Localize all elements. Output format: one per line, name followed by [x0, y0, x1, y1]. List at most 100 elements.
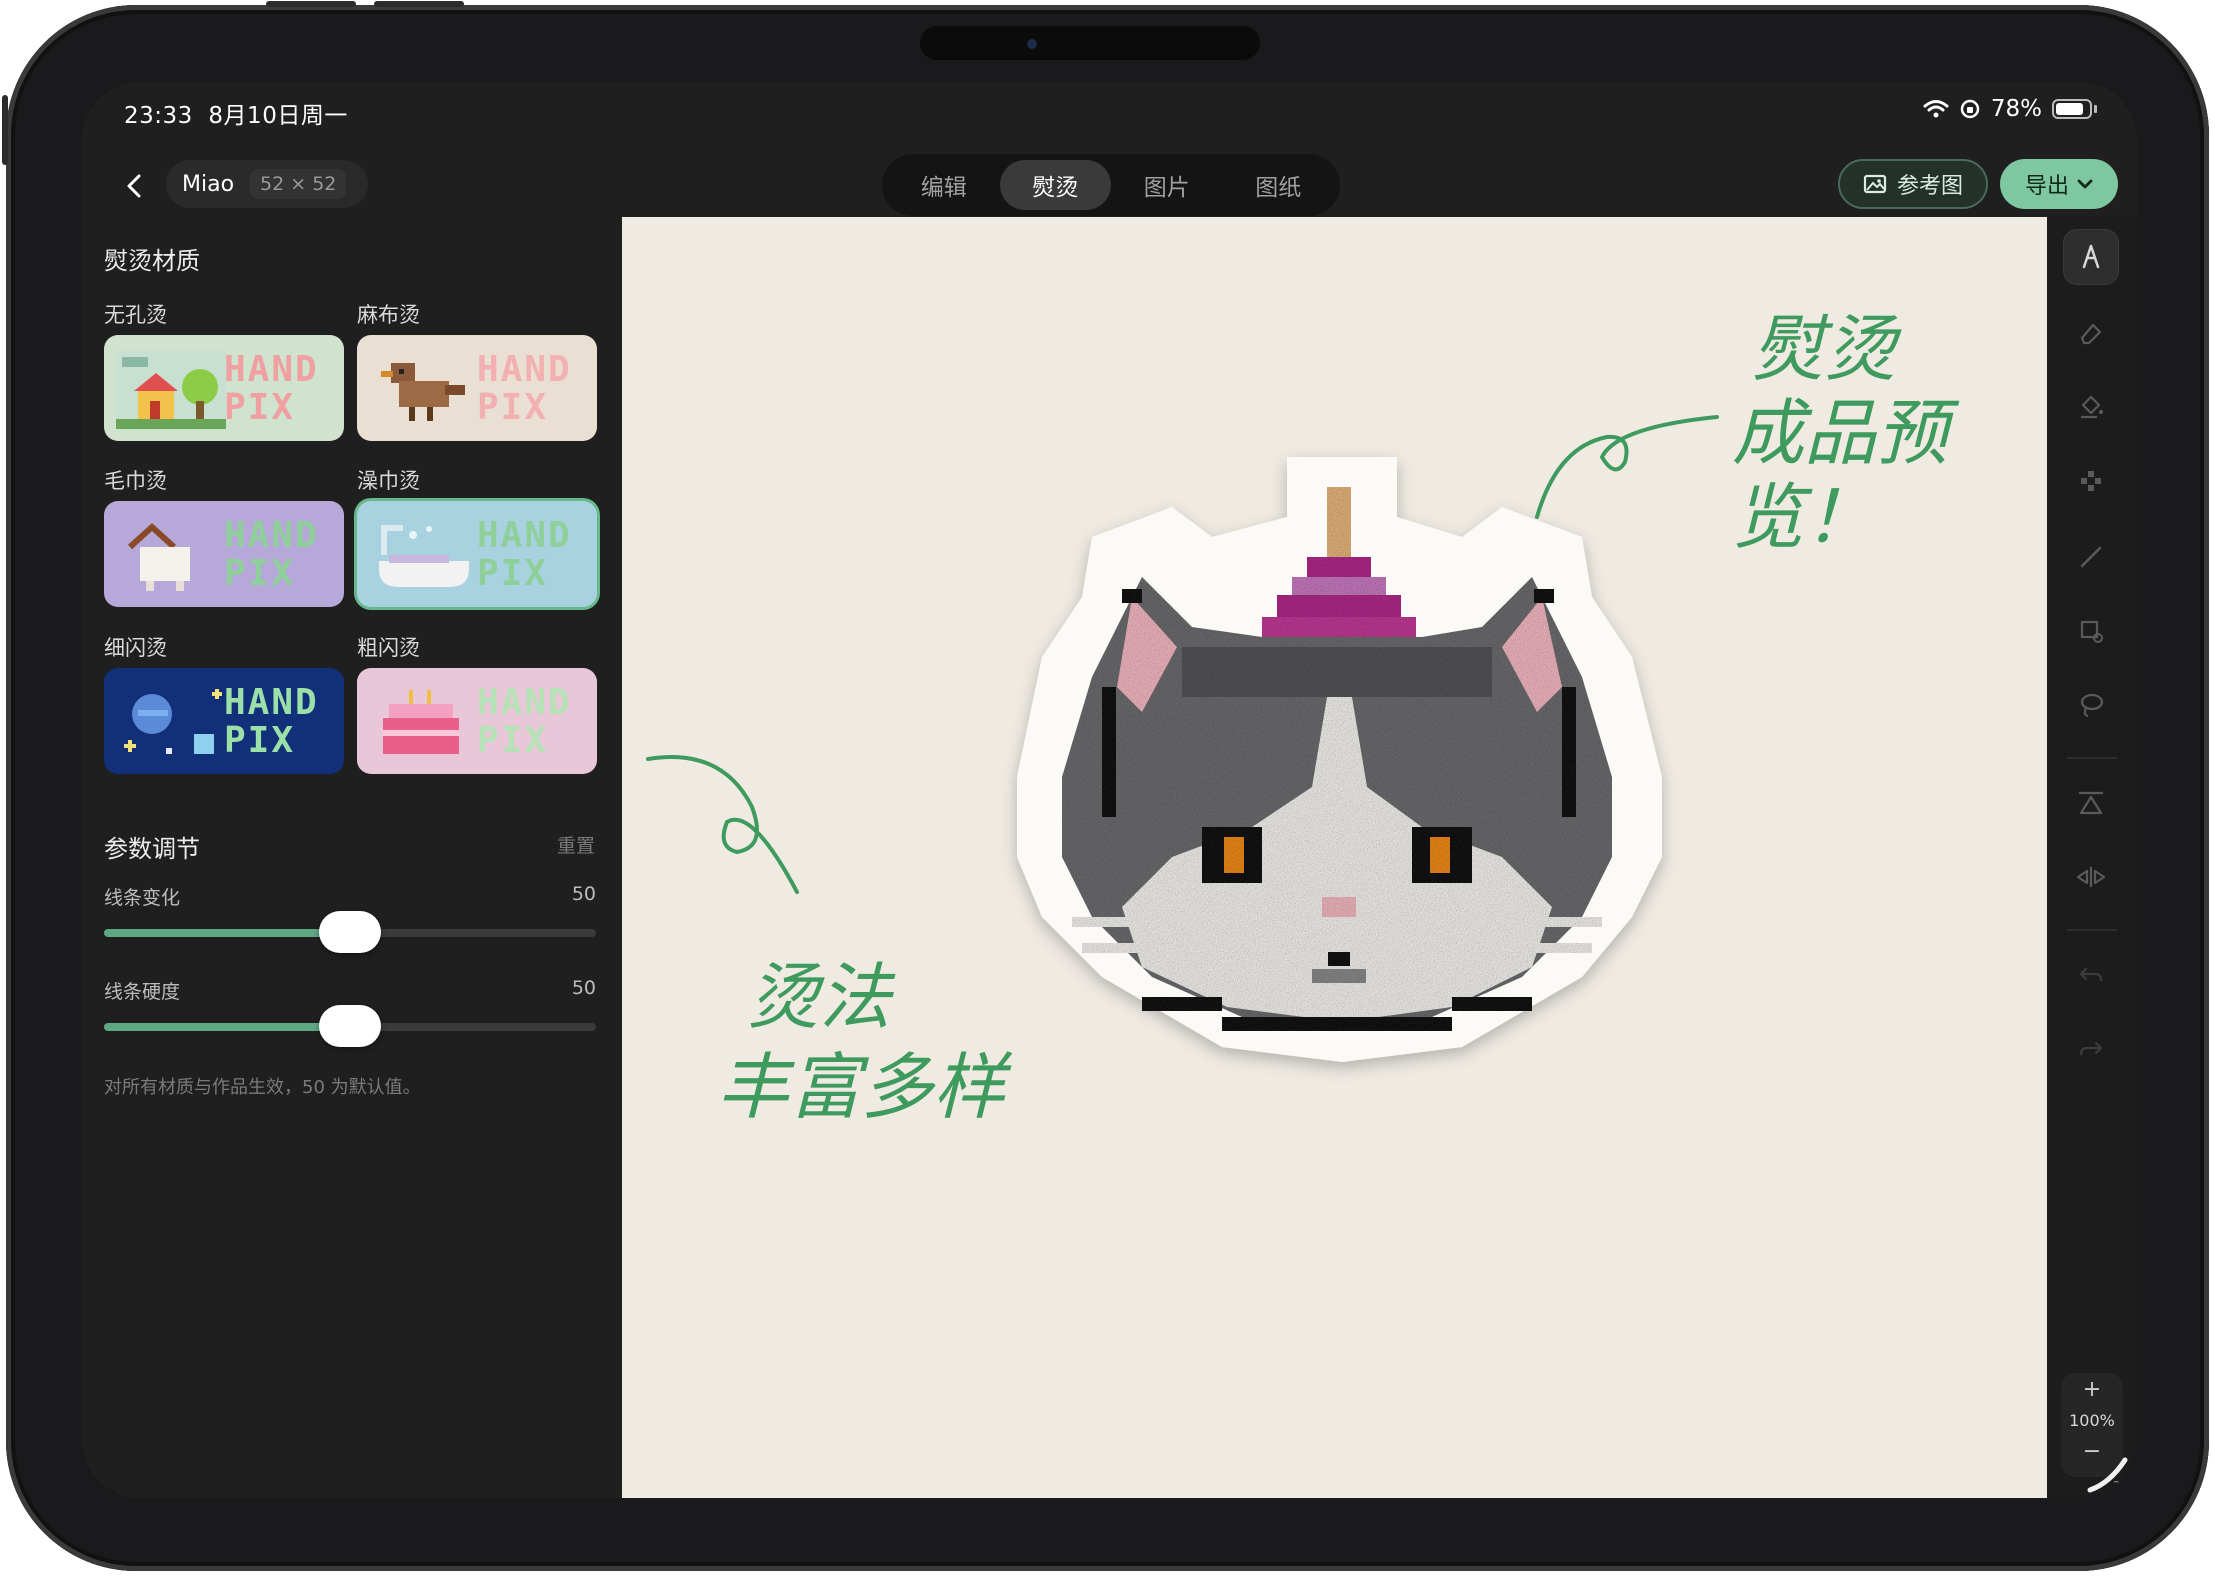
app-header: Miao 52 × 52 编辑 熨烫 图片 图纸 参考图 导出 [82, 152, 2137, 226]
app-screen: 23:33 8月10日周一 78% Miao 52 × 52 编辑 熨烫 图片 … [82, 82, 2137, 1498]
back-button[interactable] [114, 166, 154, 206]
pen-tool[interactable] [2063, 229, 2119, 285]
tile-wordmark: HAND PIX [477, 682, 572, 761]
tab-iron[interactable]: 熨烫 [999, 160, 1111, 210]
rectangle-tool[interactable] [2063, 603, 2119, 659]
param-value-line-hardness: 50 [571, 977, 596, 999]
eraser-tool[interactable] [2063, 305, 2119, 361]
slider-thumb[interactable] [319, 1005, 381, 1047]
zoom-level: 100% [2069, 1411, 2115, 1430]
line-icon [2080, 546, 2102, 568]
arrow-down-doodle [646, 755, 799, 894]
line-variation-slider[interactable] [104, 911, 596, 953]
material-tile-linen[interactable]: HAND PIX [357, 335, 597, 441]
bird-art [369, 351, 479, 429]
lasso-icon [2080, 693, 2104, 718]
battery-percent: 78% [1990, 96, 2042, 122]
export-label: 导出 [2024, 174, 2069, 199]
reference-label: 参考图 [1896, 174, 1963, 199]
project-name: Miao [182, 171, 235, 197]
move-tool[interactable] [2063, 453, 2119, 509]
image-icon [1863, 174, 1887, 194]
redo-button[interactable] [2063, 1021, 2119, 1077]
camera-icon [1027, 39, 1037, 49]
battery-icon [2052, 99, 2092, 119]
wifi-icon [1923, 100, 1949, 118]
rectangle-icon [2080, 620, 2103, 643]
iron-preview-canvas[interactable]: 熨烫 成品预览！ 烫法 丰富多样 [622, 217, 2047, 1498]
mirror-horizontal-icon [2076, 867, 2106, 887]
annotation-styles: 烫法 丰富多样 [717, 955, 1006, 1129]
undo-button[interactable] [2063, 947, 2119, 1003]
params-hint: 对所有材质与作品生效，50 为默认值。 [104, 1077, 421, 1098]
tile-wordmark: HAND PIX [477, 515, 572, 594]
project-chip[interactable]: Miao 52 × 52 [166, 160, 369, 208]
tile-wordmark: HAND PIX [224, 682, 319, 761]
battery-cap [2094, 105, 2097, 113]
orientation-lock-icon [1960, 99, 1980, 119]
planet-art [116, 684, 226, 762]
chevron-left-icon [127, 174, 141, 198]
export-button[interactable]: 导出 [2000, 159, 2118, 209]
slider-thumb[interactable] [319, 911, 381, 953]
tab-pattern[interactable]: 图纸 [1223, 160, 1335, 210]
line-tool[interactable] [2063, 529, 2119, 585]
redo-icon [2079, 1041, 2103, 1056]
reset-button[interactable]: 重置 [557, 831, 595, 858]
material-label-linen: 麻布烫 [357, 303, 420, 327]
paint-bucket-icon [2081, 395, 2103, 419]
tab-image[interactable]: 图片 [1111, 160, 1223, 210]
material-label-scrub: 澡巾烫 [357, 469, 420, 493]
house-tree-art [116, 351, 226, 429]
material-label-towel: 毛巾烫 [104, 469, 167, 493]
material-tile-towel[interactable]: HAND PIX [104, 501, 344, 607]
material-tile-coarse-glitter[interactable]: HAND PIX [357, 668, 597, 774]
toolbar-divider [2067, 757, 2117, 759]
top-button-2 [374, 1, 464, 7]
iron-settings-panel: 熨烫材质 无孔烫 麻布烫 HAND PIX HAND PIX 毛巾烫 澡巾烫 H… [82, 217, 622, 1498]
annotation-preview: 熨烫 成品预览！ [1732, 307, 1949, 559]
tab-edit[interactable]: 编辑 [888, 160, 1000, 210]
material-label-coarse-glitter: 粗闪烫 [357, 636, 420, 660]
project-size: 52 × 52 [250, 169, 347, 199]
material-tile-fine-glitter[interactable]: HAND PIX [104, 668, 344, 774]
reference-image-button[interactable]: 参考图 [1838, 159, 1988, 209]
toolbar-divider [2067, 929, 2117, 931]
material-section-title: 熨烫材质 [104, 247, 200, 275]
material-tile-nonwoven[interactable]: HAND PIX [104, 335, 344, 441]
camera-housing [920, 26, 1260, 60]
material-label-fine-glitter: 细闪烫 [104, 636, 167, 660]
eraser-icon [2080, 323, 2102, 345]
cake-art [369, 684, 479, 762]
zoom-in-button[interactable]: + [2061, 1377, 2123, 1402]
chevron-down-icon [2077, 179, 2093, 189]
slider-fill [104, 929, 350, 937]
tile-wordmark: HAND PIX [224, 349, 319, 428]
arrow-right-doodle [1535, 415, 1719, 519]
pen-icon [2082, 244, 2100, 269]
sheep-art [116, 517, 226, 595]
bathtub-art [369, 517, 479, 595]
tile-wordmark: HAND PIX [477, 349, 572, 428]
param-label-line-variation: 线条变化 [104, 887, 181, 909]
undo-icon [2079, 967, 2103, 982]
line-hardness-slider[interactable] [104, 1005, 596, 1047]
material-label-nonwoven: 无孔烫 [104, 303, 167, 327]
params-section-title: 参数调节 [104, 835, 200, 863]
mirror-vertical-tool[interactable] [2063, 775, 2119, 831]
material-tile-scrub[interactable]: HAND PIX [357, 501, 597, 607]
fill-tool[interactable] [2063, 379, 2119, 435]
volume-button [2, 95, 8, 165]
tool-sidebar: + 100% − 2 [2047, 217, 2137, 1498]
move-icon [2081, 471, 2101, 491]
tile-wordmark: HAND PIX [224, 515, 319, 594]
mirror-vertical-icon [2079, 791, 2103, 815]
top-button-1 [266, 1, 356, 7]
lasso-tool[interactable] [2063, 677, 2119, 733]
status-right: 78% [1923, 96, 2097, 122]
stylus-tip-icon [2087, 1457, 2128, 1493]
mirror-horizontal-tool[interactable] [2063, 849, 2119, 905]
param-label-line-hardness: 线条硬度 [104, 981, 181, 1003]
param-value-line-variation: 50 [571, 883, 596, 905]
mode-tabs: 编辑 熨烫 图片 图纸 [882, 154, 1340, 216]
